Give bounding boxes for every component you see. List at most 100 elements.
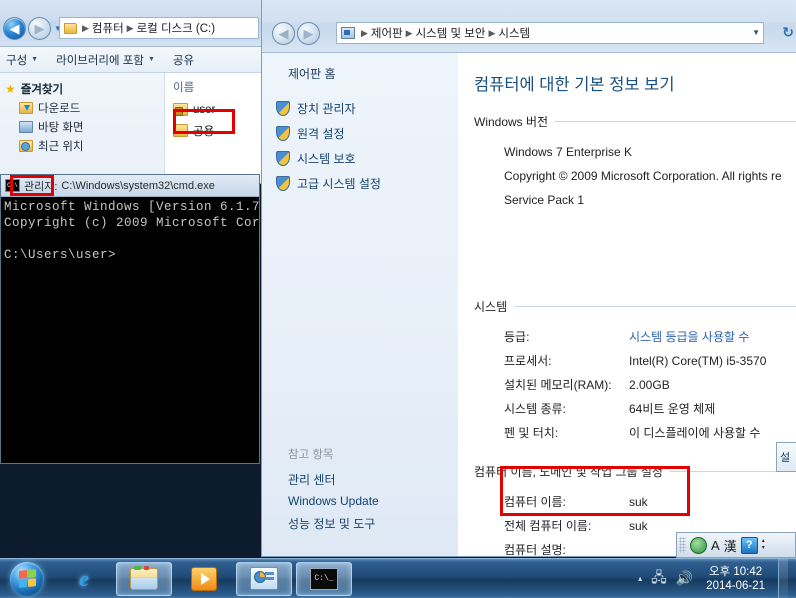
start-orb-icon [10, 561, 44, 596]
command-prompt-icon: C:\_ [310, 567, 338, 590]
organize-button[interactable]: 구성 ▼ [0, 47, 47, 72]
forward-button[interactable]: ▶ [28, 17, 51, 40]
show-desktop-button[interactable] [778, 558, 788, 598]
row-computer-name: 컴퓨터 이름: suk [504, 495, 648, 509]
system-tray[interactable]: ▴ 🖧 🔊 오후 10:42 2014-06-21 [638, 558, 796, 598]
taskbar-control-panel[interactable] [236, 561, 292, 596]
desktop-icon [19, 120, 33, 133]
show-hidden-icons-icon[interactable]: ▴ [638, 574, 642, 583]
recent-places-icon [19, 139, 33, 152]
include-in-library-button[interactable]: 라이브러리에 포함 ▼ [47, 47, 164, 72]
page-title: 컴퓨터에 대한 기본 정보 보기 [474, 76, 675, 94]
sidebar-item-device-manager[interactable]: 장치 관리자 [276, 96, 458, 121]
system-properties-window[interactable]: ◀ ▶ ▶ 제어판 ▶ 시스템 및 보안 ▶ 시스템 ▼ ↻ 제어판 홈 장치 … [261, 0, 796, 557]
sidebar-item-advanced-system-settings[interactable]: 고급 시스템 설정 [276, 171, 458, 196]
command-prompt-title-admin: 관리자: [24, 180, 58, 193]
desktop: ◀ ▶ ▼ ▶ 컴퓨터 ▶ 로컬 디스크 (C:) 구성 ▼ 라이브러리에 포함… [0, 0, 796, 598]
row-processor: 프로세서: Intel(R) Core(TM) i5-3570 [504, 354, 767, 368]
system-main-content: 컴퓨터에 대한 기본 정보 보기 Windows 버전 Windows 7 En… [458, 53, 796, 556]
ime-language-bar[interactable]: A 漢 ? ▴ ▾ [676, 532, 796, 558]
control-panel-icon [341, 27, 355, 39]
row-system-type: 시스템 종류: 64비트 운영 체제 [504, 402, 716, 416]
volume-icon[interactable]: 🔊 [676, 570, 693, 587]
downloads-icon [19, 101, 33, 114]
back-button[interactable]: ◀ [3, 17, 26, 40]
nav-item-downloads[interactable]: 다운로드 [5, 98, 164, 117]
column-header-name[interactable]: 이름 [173, 79, 263, 95]
breadcrumb-separator: ▶ [405, 27, 413, 38]
breadcrumb-control-panel[interactable]: 제어판 [371, 25, 403, 41]
forward-button[interactable]: ▶ [297, 22, 320, 45]
network-icon[interactable]: 🖧 [651, 567, 667, 591]
chevron-down-icon[interactable]: ▼ [752, 28, 760, 37]
star-icon: ★ [5, 81, 16, 96]
nav-item-recent-places[interactable]: 최근 위치 [5, 136, 164, 155]
windows-explorer-window[interactable]: ◀ ▶ ▼ ▶ 컴퓨터 ▶ 로컬 디스크 (C:) 구성 ▼ 라이브러리에 포함… [0, 0, 264, 184]
see-also-link-action-center[interactable]: 관리 센터 [288, 468, 379, 490]
command-prompt-title-path: C:\Windows\system32\cmd.exe [61, 179, 215, 192]
sidebar-item-control-panel-home[interactable]: 제어판 홈 [288, 65, 458, 82]
system-nav-buttons[interactable]: ◀ ▶ [272, 22, 320, 45]
breadcrumb-local-disk[interactable]: 로컬 디스크 (C:) [137, 20, 215, 36]
shield-icon [276, 151, 290, 166]
explorer-title-chrome: ◀ ▶ ▼ ▶ 컴퓨터 ▶ 로컬 디스크 (C:) [0, 0, 263, 47]
hanja-icon[interactable]: 漢 [724, 536, 737, 555]
breadcrumb-system-security[interactable]: 시스템 및 보안 [416, 25, 486, 41]
breadcrumb-separator: ▶ [488, 27, 496, 38]
folder-icon [130, 565, 158, 590]
input-mode-latin[interactable]: A [711, 538, 720, 553]
spin-arrows-icon[interactable]: ▴ ▾ [762, 538, 765, 552]
breadcrumb-system[interactable]: 시스템 [498, 25, 530, 41]
taskbar-internet-explorer[interactable]: e [56, 562, 112, 596]
breadcrumb-separator: ▶ [126, 22, 134, 33]
clock[interactable]: 오후 10:42 2014-06-21 [702, 565, 769, 593]
windows-copyright: Copyright © 2009 Microsoft Corporation. … [504, 169, 782, 183]
windows-logo-icon [18, 569, 36, 588]
clock-date: 2014-06-21 [706, 579, 765, 592]
explorer-nav-buttons[interactable]: ◀ ▶ ▼ [3, 17, 62, 40]
explorer-body: ★ 즐겨찾기 다운로드 바탕 화면 최근 위치 이름 user 공용 [0, 73, 263, 182]
help-icon[interactable]: ? [740, 536, 758, 554]
see-also-link-windows-update[interactable]: Windows Update [288, 490, 379, 512]
sidebar-item-system-protection[interactable]: 시스템 보호 [276, 146, 458, 171]
row-rating: 등급: 시스템 등급을 사용할 수 [504, 325, 796, 349]
system-sidebar[interactable]: 제어판 홈 장치 관리자 원격 설정 시스템 보호 고급 시스템 설정 참고 항… [262, 53, 458, 556]
list-item[interactable]: user [173, 99, 263, 120]
explorer-address-bar[interactable]: ▶ 컴퓨터 ▶ 로컬 디스크 (C:) [59, 17, 259, 39]
chevron-down-icon: ▼ [31, 56, 39, 63]
explorer-file-list[interactable]: 이름 user 공용 [165, 73, 263, 182]
rating-link[interactable]: 시스템 등급을 사용할 수 [629, 325, 749, 349]
row-installed-memory: 설치된 메모리(RAM): 2.00GB [504, 378, 670, 392]
shield-icon [276, 176, 290, 191]
taskbar-media-player[interactable] [176, 562, 232, 596]
taskbar-windows-explorer[interactable] [116, 561, 172, 596]
ime-pad-icon[interactable] [690, 536, 707, 554]
nav-item-favorites[interactable]: ★ 즐겨찾기 [5, 79, 164, 98]
section-header-windows-edition: Windows 버전 [474, 113, 796, 130]
explorer-navigation-pane[interactable]: ★ 즐겨찾기 다운로드 바탕 화면 최근 위치 [0, 73, 165, 182]
command-prompt-title-bar[interactable]: C:\ 관리자: C:\Windows\system32\cmd.exe [1, 175, 259, 197]
see-also-link-performance-tools[interactable]: 성능 정보 및 도구 [288, 512, 379, 534]
internet-explorer-icon: e [79, 565, 89, 591]
command-prompt-output[interactable]: Microsoft Windows [Version 6.1.7 Copyrig… [1, 197, 259, 265]
breadcrumb-separator: ▶ [82, 22, 89, 33]
media-player-icon [191, 566, 217, 591]
start-button[interactable] [2, 560, 52, 598]
share-with-button[interactable]: 공유 [164, 47, 203, 72]
back-button[interactable]: ◀ [272, 22, 295, 45]
system-address-bar[interactable]: ▶ 제어판 ▶ 시스템 및 보안 ▶ 시스템 [336, 22, 764, 44]
sidebar-item-remote-settings[interactable]: 원격 설정 [276, 121, 458, 146]
breadcrumb-computer[interactable]: 컴퓨터 [92, 20, 124, 36]
list-item[interactable]: 공용 [173, 120, 263, 141]
control-panel-icon [250, 567, 278, 590]
explorer-toolbar[interactable]: 구성 ▼ 라이브러리에 포함 ▼ 공유 [0, 47, 263, 73]
refresh-icon[interactable]: ↻ [782, 24, 794, 41]
grip-icon[interactable] [679, 537, 686, 553]
nav-item-desktop[interactable]: 바탕 화면 [5, 117, 164, 136]
taskbar[interactable]: e C:\_ ▴ 🖧 🔊 오후 10:42 2014-06-21 [0, 558, 796, 598]
taskbar-command-prompt[interactable]: C:\_ [296, 561, 352, 596]
command-prompt-window[interactable]: C:\ 관리자: C:\Windows\system32\cmd.exe Mic… [0, 174, 260, 464]
change-settings-button[interactable]: 설 [776, 442, 796, 472]
